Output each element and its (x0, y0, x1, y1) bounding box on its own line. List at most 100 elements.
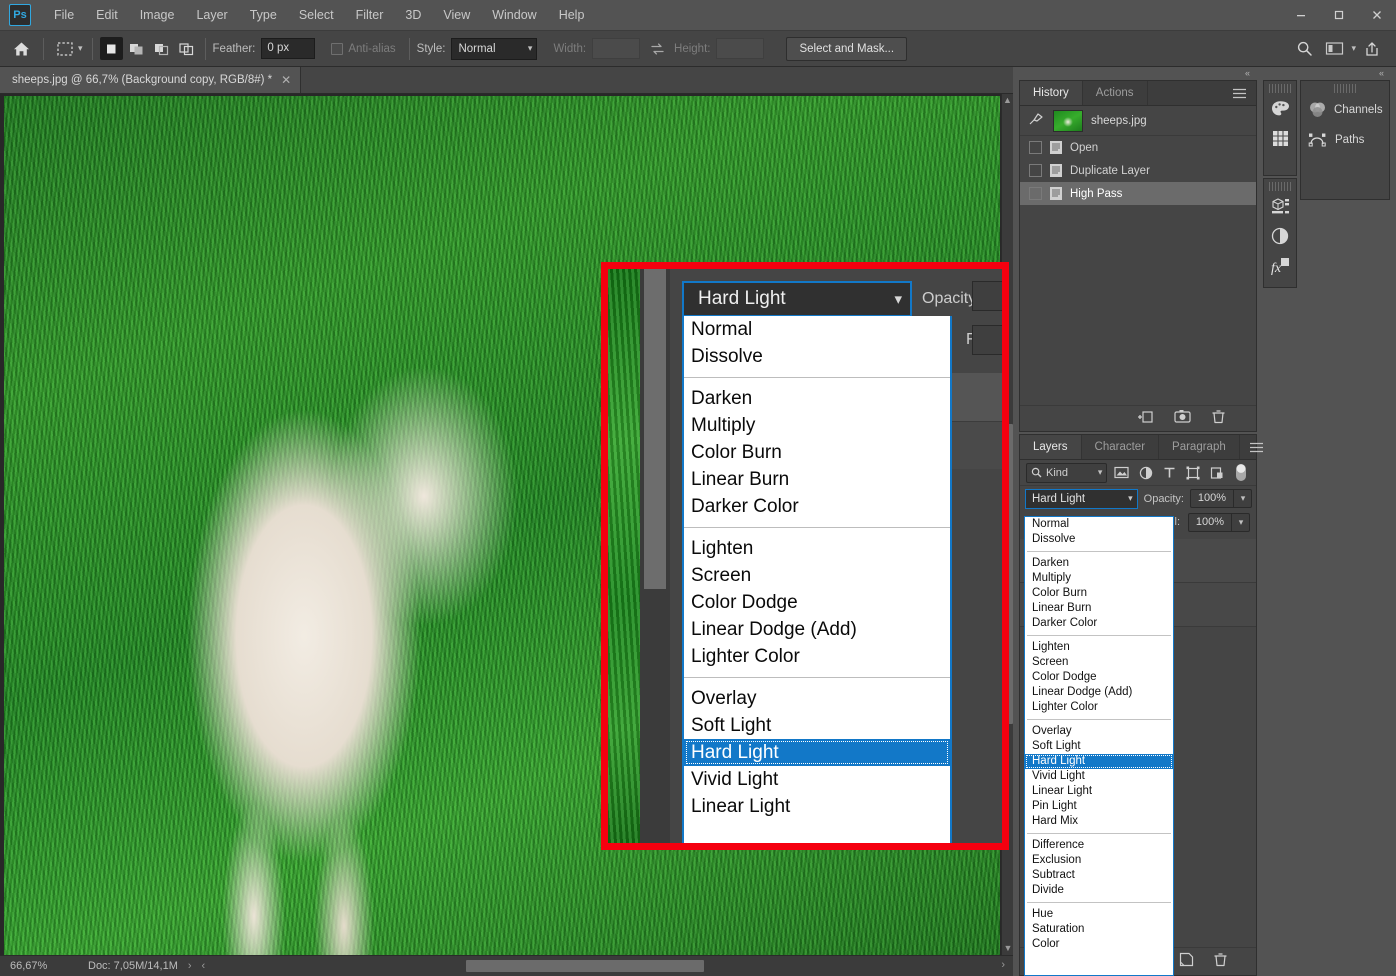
opacity-control[interactable]: 100% ▾ (1190, 489, 1252, 508)
status-expand-arrow-icon[interactable]: › (178, 960, 202, 972)
callout-opacity-input[interactable] (972, 281, 1002, 311)
blend-option[interactable]: Saturation (1025, 922, 1173, 937)
3d-properties-icon[interactable] (1264, 191, 1296, 221)
blend-option[interactable]: Lighten (1025, 640, 1173, 655)
swatches-grid-icon[interactable] (1264, 123, 1296, 153)
search-icon[interactable] (1290, 36, 1318, 62)
blend-option[interactable]: Overlay (1025, 724, 1173, 739)
callout-blend-option[interactable]: Dissolve (684, 343, 950, 370)
scroll-right-arrow-icon[interactable]: › (1001, 959, 1005, 971)
history-snapshot-row[interactable]: sheeps.jpg (1020, 106, 1256, 136)
scroll-left-arrow-icon[interactable]: ‹ (202, 960, 216, 972)
style-select[interactable]: Normal ▾ (451, 37, 538, 60)
tab-channels[interactable]: Channels (1301, 95, 1389, 125)
menu-item-window[interactable]: Window (481, 0, 547, 31)
tab-character[interactable]: Character (1081, 435, 1160, 459)
blend-option[interactable]: Hue (1025, 907, 1173, 922)
menu-item-file[interactable]: File (43, 0, 85, 31)
blend-option[interactable]: Screen (1025, 655, 1173, 670)
adjustments-icon[interactable] (1264, 221, 1296, 251)
callout-blend-option[interactable]: Overlay (684, 685, 950, 712)
tab-history[interactable]: History (1020, 81, 1083, 105)
callout-blend-option[interactable]: Hard Light (684, 739, 950, 766)
menu-item-edit[interactable]: Edit (85, 0, 129, 31)
blend-option[interactable]: Color (1025, 937, 1173, 952)
blend-option[interactable]: Vivid Light (1025, 769, 1173, 784)
filter-shape-icon[interactable] (1184, 463, 1203, 483)
menu-item-filter[interactable]: Filter (345, 0, 395, 31)
share-icon[interactable] (1358, 36, 1386, 62)
fill-chevron-down-icon[interactable]: ▾ (1232, 512, 1250, 532)
add-to-selection-button[interactable] (125, 37, 148, 60)
swap-dimensions-icon[interactable] (646, 38, 668, 60)
opacity-chevron-down-icon[interactable]: ▾ (1234, 489, 1252, 508)
callout-blend-option[interactable]: Normal (684, 316, 950, 343)
close-button[interactable] (1358, 0, 1396, 31)
new-document-from-state-icon[interactable] (1137, 409, 1154, 429)
callout-blend-option[interactable]: Soft Light (684, 712, 950, 739)
blend-option[interactable]: Multiply (1025, 571, 1173, 586)
history-state-marker[interactable] (1029, 164, 1042, 177)
minimize-button[interactable] (1282, 0, 1320, 31)
collapse-panels-right-icon[interactable]: « (1379, 68, 1384, 78)
blend-option[interactable]: Linear Burn (1025, 601, 1173, 616)
blend-option[interactable]: Dissolve (1025, 532, 1173, 547)
callout-blend-option[interactable]: Multiply (684, 412, 950, 439)
callout-blend-option[interactable]: Lighter Color (684, 643, 950, 670)
blend-option[interactable]: Color Burn (1025, 586, 1173, 601)
menu-item-select[interactable]: Select (288, 0, 345, 31)
blend-option[interactable]: Linear Light (1025, 784, 1173, 799)
callout-fill-input[interactable] (972, 325, 1002, 355)
horizontal-scroll-thumb[interactable] (466, 960, 704, 972)
document-tab[interactable]: sheeps.jpg @ 66,7% (Background copy, RGB… (0, 67, 302, 93)
maximize-button[interactable] (1320, 0, 1358, 31)
callout-blend-option[interactable]: Linear Light (684, 793, 950, 820)
scroll-up-arrow-icon[interactable]: ▲ (1002, 94, 1013, 107)
history-state-row[interactable]: Open (1020, 136, 1256, 159)
tool-preset-picker[interactable]: ▾ (51, 36, 85, 62)
callout-blend-mode-dropdown[interactable]: Normal Dissolve Darken Multiply Color Burn Li… (682, 316, 952, 843)
anti-alias-checkbox[interactable]: Anti-alias (331, 42, 401, 55)
blend-option[interactable]: Lighter Color (1025, 700, 1173, 715)
feather-input[interactable]: 0 px (261, 38, 316, 59)
blend-mode-select[interactable]: Hard Light ▾ (1025, 488, 1138, 509)
blend-option[interactable]: Hard Mix (1025, 814, 1173, 829)
layer-filter-kind-select[interactable]: Kind ▾ (1026, 462, 1108, 483)
blend-option[interactable]: Color Dodge (1025, 670, 1173, 685)
workspace-arrange-icon[interactable] (1320, 36, 1348, 62)
callout-blend-option[interactable]: Color Burn (684, 439, 950, 466)
history-state-row[interactable]: High Pass (1020, 182, 1256, 205)
callout-blend-mode-select[interactable]: Hard Light ▾ (682, 281, 912, 317)
panel-grip[interactable] (1334, 84, 1356, 93)
color-palette-icon[interactable] (1264, 93, 1296, 123)
blend-option[interactable]: Pin Light (1025, 799, 1173, 814)
subtract-from-selection-button[interactable] (150, 37, 173, 60)
callout-blend-option[interactable]: Darken (684, 385, 950, 412)
blend-option[interactable]: Divide (1025, 883, 1173, 898)
width-input[interactable] (592, 38, 641, 59)
panel-grip[interactable] (1269, 84, 1291, 93)
filter-smart-object-icon[interactable] (1207, 463, 1226, 483)
menu-item-layer[interactable]: Layer (185, 0, 238, 31)
zoom-level[interactable]: 66,67% (0, 960, 76, 972)
callout-blend-option[interactable]: Darker Color (684, 493, 950, 520)
height-input[interactable] (716, 38, 765, 59)
layer-styles-fx-icon[interactable]: fx (1264, 251, 1296, 281)
tab-layers[interactable]: Layers (1020, 435, 1082, 459)
blend-option[interactable]: Normal (1025, 517, 1173, 532)
panel-grip[interactable] (1269, 182, 1291, 191)
history-brush-icon[interactable] (1028, 111, 1045, 131)
menu-item-type[interactable]: Type (239, 0, 288, 31)
blend-option[interactable]: Soft Light (1025, 739, 1173, 754)
collapse-panels-left-icon[interactable]: « (1245, 68, 1250, 78)
close-icon[interactable]: ✕ (281, 74, 291, 86)
callout-blend-option[interactable]: Vivid Light (684, 766, 950, 793)
menu-item-3d[interactable]: 3D (394, 0, 432, 31)
callout-blend-option[interactable]: Screen (684, 562, 950, 589)
fill-input[interactable]: 100% (1188, 512, 1232, 532)
blend-option[interactable]: Exclusion (1025, 853, 1173, 868)
history-state-marker[interactable] (1029, 187, 1042, 200)
tab-paragraph[interactable]: Paragraph (1159, 435, 1240, 459)
blend-option[interactable]: Hard Light (1025, 754, 1173, 769)
callout-blend-option[interactable]: Lighten (684, 535, 950, 562)
